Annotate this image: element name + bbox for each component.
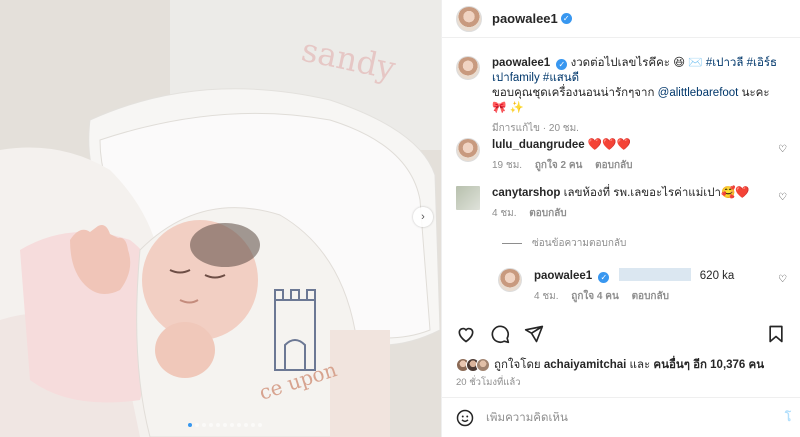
comment-username[interactable]: lulu_duangrudee xyxy=(492,139,585,151)
reply-username[interactable]: paowalee1 xyxy=(534,270,592,282)
caption-line2-prefix: ขอบคุณชุดเครื่องนอนน่ารักๆจาก xyxy=(492,87,655,99)
post-comment-button[interactable]: โ xyxy=(785,409,791,427)
chevron-right-icon: › xyxy=(421,211,425,223)
carousel-dot xyxy=(251,423,255,427)
like-heart-icon[interactable] xyxy=(456,324,476,344)
reply-author-avatar[interactable] xyxy=(498,268,522,292)
comment-time: 4 ชม. xyxy=(492,208,517,219)
verified-icon: ✓ xyxy=(556,59,568,70)
carousel-dot xyxy=(216,423,220,427)
like-comment-heart-icon[interactable]: ♡ xyxy=(778,144,787,155)
carousel-dot xyxy=(230,423,234,427)
reply-button[interactable]: ตอบกลับ xyxy=(595,160,632,171)
reply-text: 620 ka xyxy=(699,270,735,282)
comment-text: เลขห้องที่ รพ.เลขอะไรค่าแม่เปา🥰❤️ xyxy=(563,187,750,199)
comment-icon[interactable] xyxy=(490,324,510,344)
commenter-avatar[interactable] xyxy=(456,186,480,210)
post-details-panel: paowalee1 ✓ paowalee1 ✓ งวดต่อไปเลขไรคึค… xyxy=(441,0,800,437)
hide-replies-toggle[interactable]: ซ่อนข้อความตอบกลับ xyxy=(502,236,626,251)
carousel-dot xyxy=(195,423,199,427)
carousel-dot xyxy=(188,423,192,427)
post-actions xyxy=(456,324,544,344)
reply-time: 4 ชม. xyxy=(534,291,559,302)
commenter-avatar[interactable] xyxy=(456,138,480,162)
carousel-dot xyxy=(209,423,213,427)
liker-avatar xyxy=(476,358,490,372)
caption-username[interactable]: paowalee1 xyxy=(492,57,550,69)
verified-icon: ✓ xyxy=(598,272,610,283)
hashtag-sandy[interactable]: #แสนดี xyxy=(543,72,579,84)
author-avatar[interactable] xyxy=(456,5,482,32)
comment-item: canytarshop เลขห้องที่ รพ.เลขอะไรค่าแม่เ… xyxy=(456,186,782,221)
hashtag-paowalee[interactable]: #เปาวลี xyxy=(706,57,744,69)
hide-replies-label: ซ่อนข้อความตอบกลับ xyxy=(532,238,627,249)
author-username[interactable]: paowalee1 xyxy=(492,11,558,26)
like-comment-heart-icon[interactable]: ♡ xyxy=(778,192,787,203)
comments-section: paowalee1 ✓ งวดต่อไปเลขไรคึคะ 😆 ✉️ #เปาว… xyxy=(442,40,800,312)
blurred-mention xyxy=(618,268,691,281)
liker-username[interactable]: achaiyamitchai xyxy=(544,359,626,371)
carousel-dot xyxy=(244,423,248,427)
comment-time: 19 ชม. xyxy=(492,160,523,171)
comment-text: ❤️❤️❤️ xyxy=(587,139,631,151)
carousel-next-button[interactable]: › xyxy=(413,207,433,227)
carousel-dot xyxy=(258,423,262,427)
reply-button[interactable]: ตอบกลับ xyxy=(529,208,566,219)
add-comment-input[interactable] xyxy=(486,411,736,424)
post-header: paowalee1 ✓ xyxy=(442,0,800,38)
emoji-icon[interactable] xyxy=(456,409,474,427)
share-icon[interactable] xyxy=(524,324,544,344)
posted-time[interactable]: 20 ชั่วโมงที่แล้ว xyxy=(456,375,521,390)
likes-others-count[interactable]: คนอื่นๆ อีก 10,376 คน xyxy=(653,359,764,371)
like-reply-heart-icon[interactable]: ♡ xyxy=(778,274,787,285)
reply-likes-count[interactable]: ถูกใจ 4 คน xyxy=(571,291,619,302)
post-photo[interactable]: ce upon sandy › xyxy=(0,0,441,437)
caption-avatar[interactable] xyxy=(456,56,480,80)
likes-middle: และ xyxy=(629,359,651,371)
verified-icon: ✓ xyxy=(560,13,572,24)
reply-item: paowalee1 ✓ 620 ka 4 ชม. ถูกใจ 4 คน ตอบก… xyxy=(498,268,784,304)
comment-username[interactable]: canytarshop xyxy=(492,187,560,199)
add-comment-bar: โ xyxy=(442,397,800,437)
comment-likes-count[interactable]: ถูกใจ 2 คน xyxy=(535,160,583,171)
caption: paowalee1 ✓ งวดต่อไปเลขไรคึคะ 😆 ✉️ #เปาว… xyxy=(456,56,782,136)
reply-button[interactable]: ตอบกลับ xyxy=(632,291,669,302)
mention-alittlebarefoot[interactable]: @alittlebarefoot xyxy=(658,87,739,99)
comment-item: lulu_duangrudee ❤️❤️❤️ 19 ชม. ถูกใจ 2 คน… xyxy=(456,138,782,173)
carousel-dot xyxy=(202,423,206,427)
likes-summary: ถูกใจโดย achaiyamitchai และ คนอื่นๆ อีก … xyxy=(456,356,764,374)
carousel-dot xyxy=(223,423,227,427)
likes-prefix: ถูกใจโดย xyxy=(494,359,541,371)
carousel-dot xyxy=(237,423,241,427)
carousel-dots xyxy=(188,423,262,427)
divider-line xyxy=(502,243,522,244)
caption-meta: มีการแก้ไข · 20 ชม. xyxy=(492,123,579,134)
baby-photo-image: ce upon sandy xyxy=(0,0,441,437)
bookmark-icon[interactable] xyxy=(766,324,786,344)
caption-line1: งวดต่อไปเลขไรคึคะ 😆 ✉️ xyxy=(570,57,703,69)
